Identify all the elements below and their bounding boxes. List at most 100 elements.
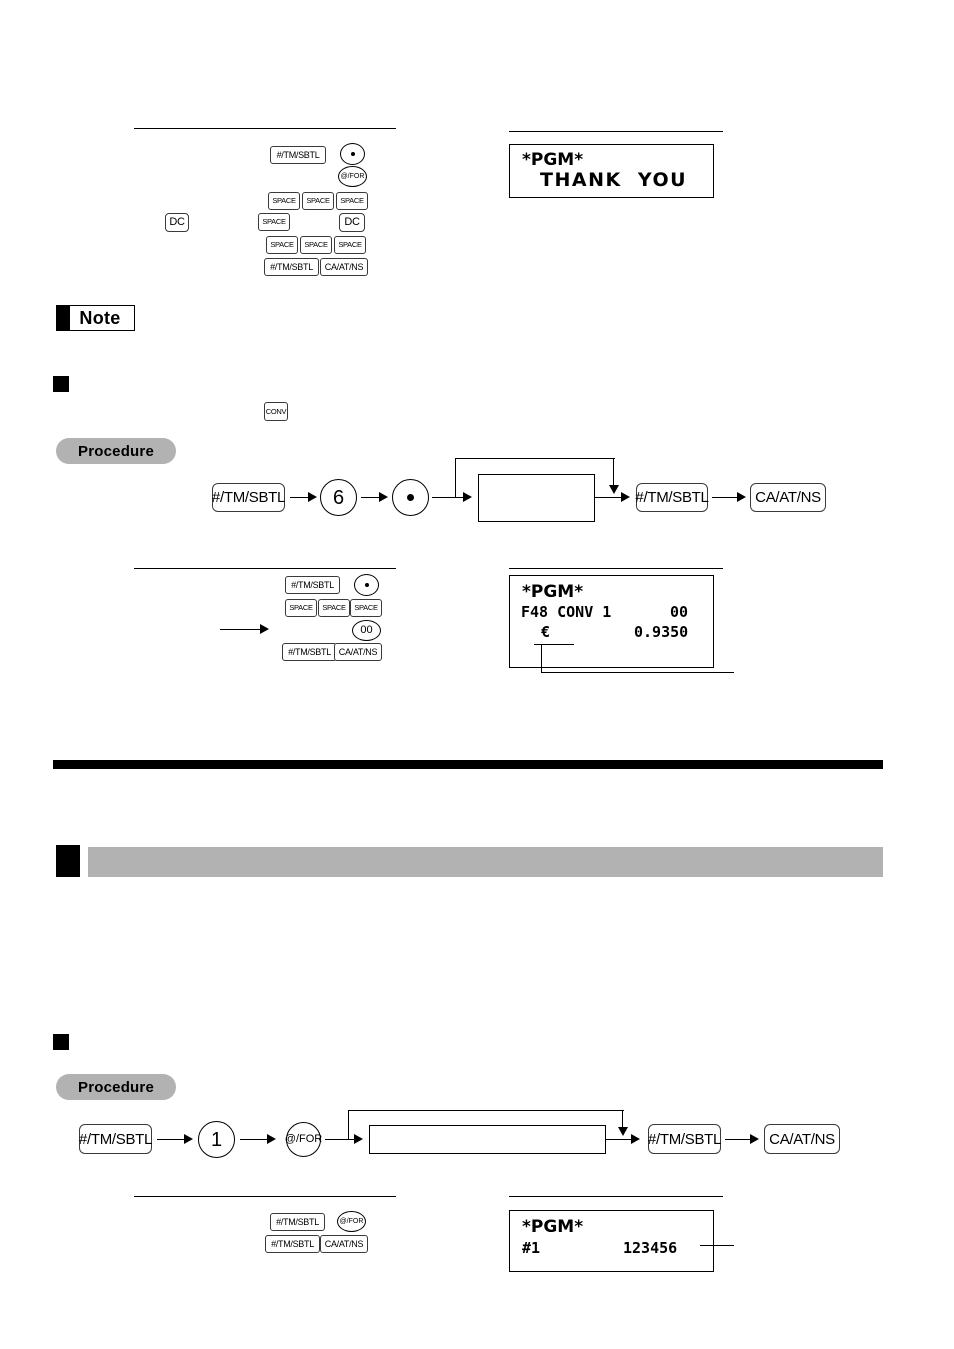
flow2-key-ca-at-ns[interactable]: CA/AT/NS (764, 1124, 840, 1154)
dot-glyph (364, 583, 369, 587)
key-space-r5-c2[interactable]: SPACE (300, 236, 332, 254)
top-left-rule (134, 128, 396, 129)
flow2-loop-right-vertical (622, 1110, 623, 1128)
flow2-arrowhead-into-box (354, 1134, 363, 1144)
key-dc-standalone[interactable]: DC (165, 213, 189, 232)
flow2-arrow-2-line (240, 1139, 268, 1140)
display-conv-line2-right: 00 (670, 603, 689, 621)
bottom-right-rule (509, 1196, 723, 1197)
key-tm-sbtl-top-2[interactable]: #/TM/SBTL (264, 258, 319, 276)
key-space-r4-c1[interactable]: SPACE (258, 213, 290, 231)
flow1-key-tm-sbtl-end[interactable]: #/TM/SBTL (635, 483, 709, 512)
flow1-loop-left-vertical (455, 458, 456, 498)
display-conv-line1: *PGM* (522, 582, 584, 602)
display-thank-you-line1: *PGM* (522, 150, 584, 170)
flow1-arrow-3-head (621, 492, 630, 502)
note-label: Note (79, 307, 121, 328)
flow1-key-dot[interactable] (392, 479, 429, 516)
flow2-arrow-3-line (606, 1139, 632, 1140)
key-at-for-bottom[interactable]: @/FOR (337, 1211, 366, 1232)
key-ca-at-ns-conv[interactable]: CA/AT/NS (334, 643, 382, 661)
flow1-arrow-1-line (290, 497, 309, 498)
procedure-pill-2: Procedure (56, 1074, 176, 1100)
flow2-arrow-1-head (184, 1134, 193, 1144)
key-space-r3-c3[interactable]: SPACE (336, 192, 368, 210)
procedure-pill-1: Procedure (56, 438, 176, 464)
flow1-line-to-box (432, 497, 464, 498)
display-number-line2-right: 123456 (623, 1239, 678, 1257)
mid-left-arrow-head (260, 624, 269, 634)
key-dc-r4[interactable]: DC (339, 213, 365, 232)
flow1-key-ca-at-ns[interactable]: CA/AT/NS (750, 483, 826, 512)
manual-page: DC #/TM/SBTL @/FOR SPACE SPACE SPACE SPA… (0, 0, 954, 1349)
display-number-line1: *PGM* (522, 1217, 584, 1237)
note-badge: Note (56, 305, 135, 331)
display-number-entry: *PGM* #1 123456 (509, 1210, 714, 1272)
conv-leader-horizontal (541, 672, 734, 673)
section-heading-marker (56, 845, 80, 877)
flow1-arrowhead-into-box (463, 492, 472, 502)
key-dot-top[interactable] (340, 143, 365, 165)
key-space-conv-c3[interactable]: SPACE (350, 599, 382, 617)
flow1-loop-right-vertical (613, 458, 614, 486)
key-tm-sbtl-conv-1[interactable]: #/TM/SBTL (285, 576, 340, 594)
section-heading-band (88, 847, 883, 877)
display-conv-rate: *PGM* F48 CONV 1 00 € 0.9350 (509, 575, 714, 668)
key-space-r3-c2[interactable]: SPACE (302, 192, 334, 210)
section-bullet-2 (53, 1034, 69, 1050)
flow1-arrow-2-line (361, 497, 380, 498)
key-ca-at-ns-top[interactable]: CA/AT/NS (320, 258, 368, 276)
key-ca-at-ns-bottom[interactable]: CA/AT/NS (320, 1235, 368, 1253)
key-tm-sbtl-bottom-2[interactable]: #/TM/SBTL (265, 1235, 320, 1253)
flow1-loop-arrowhead (609, 485, 619, 494)
key-tm-sbtl-bottom-1[interactable]: #/TM/SBTL (270, 1213, 325, 1231)
mid-left-arrow-line (220, 629, 262, 630)
flow2-key-tm-sbtl-end[interactable]: #/TM/SBTL (648, 1124, 721, 1154)
key-dot-conv[interactable] (354, 574, 379, 596)
mid-right-rule (509, 568, 723, 569)
key-conv[interactable]: CONV (264, 402, 288, 421)
flow1-key-tm-sbtl-start[interactable]: #/TM/SBTL (212, 483, 285, 512)
flow2-arrow-1-line (157, 1139, 185, 1140)
flow1-arrow-3-line (595, 497, 623, 498)
flow2-key-at-for[interactable]: @/FOR (285, 1122, 322, 1157)
display-conv-line2-left: F48 CONV 1 (521, 603, 612, 621)
display-conv-line3-left: € (541, 623, 551, 641)
display-conv-underline (534, 644, 574, 645)
section-bullet-1 (53, 376, 69, 392)
bottom-left-rule (134, 1196, 396, 1197)
flow2-loop-left-vertical (348, 1110, 349, 1140)
flow1-entry-box[interactable] (478, 474, 595, 522)
flow2-key-1[interactable]: 1 (198, 1121, 235, 1158)
top-right-rule (509, 131, 723, 132)
key-space-conv-c2[interactable]: SPACE (318, 599, 350, 617)
flow2-arrow-2-head (267, 1134, 276, 1144)
key-at-for-top[interactable]: @/FOR (338, 166, 367, 187)
note-tab-icon (57, 306, 70, 330)
flow1-arrow-1-head (308, 492, 317, 502)
flow1-arrow-2-head (379, 492, 388, 502)
display-thank-you-line2: THANK YOU (540, 169, 688, 191)
key-space-r5-c3[interactable]: SPACE (334, 236, 366, 254)
key-double-zero[interactable]: 00 (352, 620, 381, 641)
key-tm-sbtl-conv-2[interactable]: #/TM/SBTL (282, 643, 337, 661)
display-thank-you: *PGM* THANK YOU (509, 144, 714, 198)
flow1-loop-top (455, 458, 615, 459)
flow2-line-to-box (325, 1139, 355, 1140)
flow1-arrow-4-head (737, 492, 746, 502)
display-conv-line3-right: 0.9350 (634, 623, 689, 641)
flow2-entry-box[interactable] (369, 1125, 606, 1154)
display-number-line2-left: #1 (522, 1239, 541, 1257)
flow2-arrow-4-line (725, 1139, 751, 1140)
dot-glyph (407, 494, 414, 501)
section-separator-bar (53, 760, 883, 769)
flow2-loop-arrowhead (618, 1127, 628, 1136)
flow2-key-tm-sbtl-start[interactable]: #/TM/SBTL (79, 1124, 152, 1154)
flow1-key-6[interactable]: 6 (320, 479, 357, 516)
number-leader-horizontal (700, 1245, 734, 1246)
key-space-r3-c1[interactable]: SPACE (268, 192, 300, 210)
flow2-arrow-3-head (631, 1134, 640, 1144)
key-space-r5-c1[interactable]: SPACE (266, 236, 298, 254)
key-tm-sbtl-top-1[interactable]: #/TM/SBTL (270, 146, 326, 164)
key-space-conv-c1[interactable]: SPACE (285, 599, 317, 617)
